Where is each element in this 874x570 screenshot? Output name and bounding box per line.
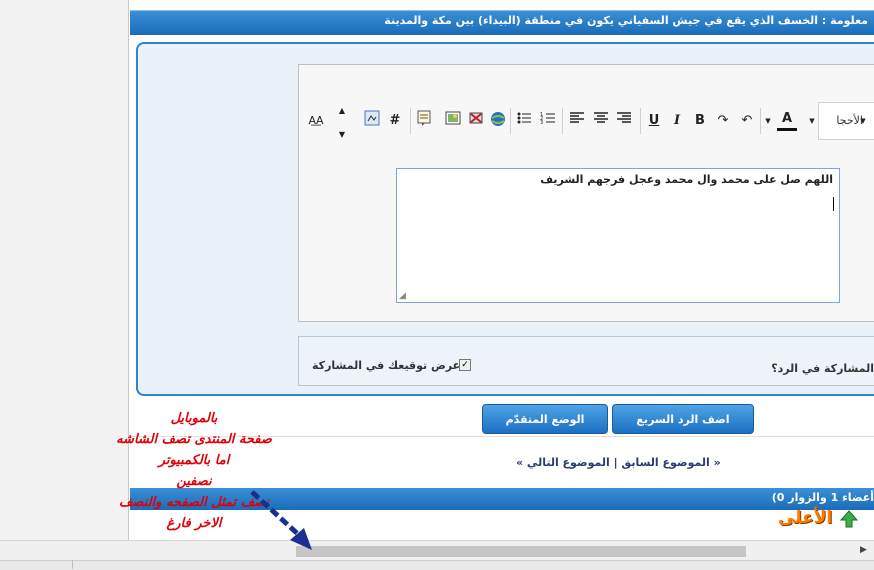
quote-post-label: المشاركة في الرد؟	[771, 362, 874, 375]
source-icon[interactable]	[362, 110, 382, 132]
align-center-icon[interactable]	[591, 110, 611, 132]
font-select-dropdown-icon[interactable]: ▼	[807, 110, 817, 132]
italic-icon[interactable]: I	[667, 110, 687, 132]
text-direction-icon[interactable]: A͟A	[306, 110, 326, 132]
resize-grip-icon[interactable]: ◢	[399, 291, 406, 301]
thread-header-bar: معلومة : الخسف الذي يقع في جيش السفياني …	[130, 10, 874, 35]
scrollbar-thumb[interactable]	[296, 546, 746, 557]
text-caret	[833, 197, 834, 211]
hash-icon[interactable]: #	[385, 110, 405, 132]
number-list-icon[interactable]: 123	[538, 110, 558, 132]
online-users-text: أعضاء 1 والزوار 0)	[771, 491, 874, 504]
thread-navigation[interactable]: « الموضوع السابق | الموضوع التالي »	[516, 456, 721, 469]
annotation-line: بالموبايل	[170, 411, 218, 426]
redo-icon[interactable]: ↷	[713, 110, 733, 132]
show-signature-label: عرض توقيعك في المشاركة	[312, 359, 461, 372]
back-to-top-label: الأعلى	[778, 508, 833, 528]
bold-icon[interactable]: B	[690, 110, 710, 132]
link-icon[interactable]	[488, 110, 508, 132]
show-signature-checkbox[interactable]: ✓	[459, 359, 471, 371]
horizontal-scrollbar[interactable]: ▶	[0, 540, 874, 561]
svg-text:3: 3	[540, 120, 543, 126]
toolbar-separator	[410, 108, 411, 134]
advanced-mode-button[interactable]: الوضع المتقدّم	[482, 404, 608, 434]
font-size-dropdown-icon[interactable]: ▼	[858, 110, 868, 132]
scroll-right-icon[interactable]: ▶	[860, 545, 867, 555]
toolbar-separator	[562, 108, 563, 134]
font-color-dropdown-icon[interactable]: ▼	[763, 110, 773, 132]
toolbar-separator	[510, 108, 511, 134]
status-bar-divider	[72, 560, 73, 569]
font-size-up-icon[interactable]: ▲	[332, 100, 352, 122]
thread-title: معلومة : الخسف الذي يقع في جيش السفياني …	[384, 14, 868, 27]
font-color-icon[interactable]: A	[777, 110, 797, 131]
video-icon[interactable]	[466, 110, 486, 132]
bullet-list-icon[interactable]	[514, 110, 534, 132]
quick-reply-button[interactable]: اضف الرد السريع	[612, 404, 754, 434]
annotation-arrow-icon	[250, 490, 312, 550]
annotation-line: صفحة المنتدى تصف الشاشه	[116, 432, 272, 447]
back-to-top-link[interactable]: الأعلى	[778, 508, 862, 530]
annotation-line: اما بالكمبيوتر	[158, 453, 230, 468]
editor-toolbar: A͟A ▲ ▼ # 123 U I B ↷ ↶ ▼ A ▼ الأحجا ▼	[300, 100, 874, 144]
message-text: اللهم صل على محمد وال محمد وعجل فرجهم ال…	[540, 173, 833, 186]
toolbar-separator	[640, 108, 641, 134]
undo-icon[interactable]: ↶	[737, 110, 757, 132]
font-size-down-icon[interactable]: ▼	[332, 128, 352, 142]
up-arrow-icon	[840, 510, 858, 528]
quote-icon[interactable]	[414, 110, 434, 132]
align-left-icon[interactable]	[567, 110, 587, 132]
align-right-icon[interactable]	[614, 110, 634, 132]
underline-icon[interactable]: U	[644, 110, 664, 132]
message-textarea[interactable]: اللهم صل على محمد وال محمد وعجل فرجهم ال…	[396, 168, 840, 303]
image-icon[interactable]	[443, 110, 463, 132]
toolbar-separator	[760, 108, 761, 134]
